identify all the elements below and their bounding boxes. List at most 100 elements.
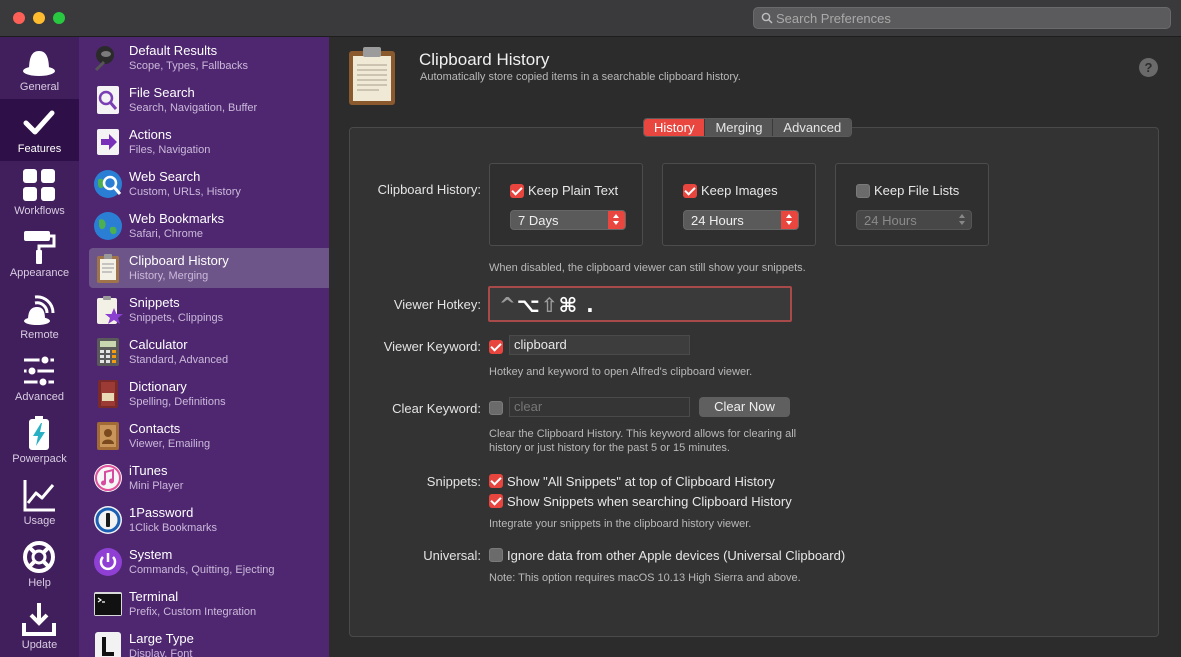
category-general[interactable]: General (0, 37, 79, 99)
category-workflows[interactable]: Workflows (0, 161, 79, 223)
category-label: Appearance (9, 267, 70, 279)
tab-history[interactable]: History (644, 119, 705, 136)
select-value: 24 Hours (691, 213, 744, 228)
keep-file-lists-checkbox[interactable] (856, 184, 870, 198)
snippets-icon (97, 296, 123, 324)
title-bar (0, 0, 1181, 37)
keep-plain-text-checkbox[interactable] (510, 184, 524, 198)
universal-label: Universal: (423, 548, 481, 563)
hotkey-keys: ^⌥⇧⌘ . (499, 293, 595, 317)
feature-name: Contacts (129, 421, 181, 436)
viewer-hotkey-label: Viewer Hotkey: (393, 297, 481, 312)
category-advanced[interactable]: Advanced (0, 347, 79, 409)
close-window-button[interactable] (13, 12, 25, 24)
feature-item-snippets[interactable]: Snippets Snippets, Clippings (89, 290, 329, 330)
zoom-window-button[interactable] (53, 12, 65, 24)
feature-name: 1Password (129, 505, 194, 520)
feature-item-dictionary[interactable]: Dictionary Spelling, Definitions (89, 374, 329, 414)
tab-merging[interactable]: Merging (704, 119, 773, 136)
keep-images-label: Keep Images (701, 183, 778, 198)
feature-item-default-results[interactable]: Default Results Scope, Types, Fallbacks (89, 38, 329, 78)
select-arrows-icon (954, 211, 971, 229)
keep-images-checkbox[interactable] (683, 184, 697, 198)
category-powerpack[interactable]: Powerpack (0, 409, 79, 471)
default-results-icon (94, 46, 114, 72)
feature-item-file-search[interactable]: File Search Search, Navigation, Buffer (89, 80, 329, 120)
file-lists-group: Keep File Lists 24 Hours (835, 163, 989, 246)
terminal-icon (94, 592, 122, 616)
category-usage[interactable]: Usage (0, 471, 79, 533)
category-label: Features (17, 143, 62, 155)
calculator-icon (97, 338, 119, 366)
feature-item-terminal[interactable]: Terminal Prefix, Custom Integration (89, 584, 329, 624)
category-update[interactable]: Update (0, 595, 79, 657)
category-appearance[interactable]: Appearance (0, 223, 79, 285)
help-button[interactable]: ? (1139, 58, 1158, 77)
category-label: Help (28, 577, 51, 589)
snippets-note: Integrate your snippets in the clipboard… (489, 518, 752, 530)
category-label: Usage (23, 515, 56, 527)
feature-item-calculator[interactable]: Calculator Standard, Advanced (89, 332, 329, 372)
sliders-icon (24, 354, 54, 388)
file-search-icon (97, 86, 119, 114)
feature-subtitle: History, Merging (129, 270, 209, 282)
feature-subtitle: Files, Navigation (129, 144, 211, 156)
clear-now-button[interactable]: Clear Now (699, 397, 790, 417)
images-duration-select[interactable]: 24 Hours (683, 210, 799, 230)
dictionary-icon (98, 380, 118, 408)
viewer-keyword-input[interactable]: clipboard (509, 335, 690, 355)
tab-advanced[interactable]: Advanced (772, 119, 852, 136)
battery-bolt-icon (29, 416, 49, 450)
usage-chart-icon (23, 480, 55, 512)
plain-text-duration-select[interactable]: 7 Days (510, 210, 626, 230)
feature-item-system[interactable]: System Commands, Quitting, Ejecting (89, 542, 329, 582)
web-bookmarks-icon (94, 212, 122, 240)
minimize-window-button[interactable] (33, 12, 45, 24)
select-arrows-icon (781, 211, 798, 229)
feature-list: Default Results Scope, Types, Fallbacks … (79, 37, 329, 657)
feature-name: System (129, 547, 173, 562)
feature-item-web-search[interactable]: Web Search Custom, URLs, History (89, 164, 329, 204)
category-features[interactable]: Features (0, 99, 79, 161)
viewer-keyword-checkbox[interactable] (489, 340, 503, 354)
category-label: Update (21, 639, 58, 651)
category-remote[interactable]: Remote (0, 285, 79, 347)
feature-subtitle: Mini Player (129, 480, 184, 492)
file-lists-duration-select: 24 Hours (856, 210, 972, 230)
show-all-snippets-checkbox[interactable] (489, 474, 503, 488)
feature-item-actions[interactable]: Actions Files, Navigation (89, 122, 329, 162)
1password-icon (94, 506, 122, 534)
feature-item-large-type[interactable]: Large Type Display, Font (89, 626, 329, 657)
search-field[interactable] (753, 7, 1171, 29)
clear-keyword-checkbox[interactable] (489, 401, 503, 415)
search-input[interactable] (776, 10, 1166, 26)
contacts-icon (97, 422, 119, 450)
page-title: Clipboard History (419, 50, 550, 69)
category-label: Powerpack (12, 453, 67, 465)
clipboard-history-label: Clipboard History: (377, 182, 481, 197)
feature-subtitle: Standard, Advanced (129, 354, 229, 366)
tab-bar: History Merging Advanced (643, 118, 853, 137)
viewer-hotkey-field[interactable]: ^⌥⇧⌘ . (488, 286, 792, 322)
feature-item-web-bookmarks[interactable]: Web Bookmarks Safari, Chrome (89, 206, 329, 246)
category-label: Workflows (14, 205, 65, 217)
workflows-grid-icon (23, 169, 55, 201)
category-label: Remote (20, 329, 59, 341)
keyword-note: Hotkey and keyword to open Alfred's clip… (489, 366, 753, 378)
hotkey-shift-key: ⇧ (540, 293, 559, 317)
feature-item-1password[interactable]: 1Password 1Click Bookmarks (89, 500, 329, 540)
keep-plain-text-label: Keep Plain Text (528, 183, 619, 198)
feature-item-clipboard-history[interactable]: Clipboard History History, Merging (89, 248, 329, 288)
feature-subtitle: Custom, URLs, History (129, 186, 241, 198)
feature-subtitle: Commands, Quitting, Ejecting (129, 564, 275, 576)
ignore-universal-clipboard-checkbox[interactable] (489, 548, 503, 562)
web-search-icon (94, 170, 122, 198)
feature-subtitle: Scope, Types, Fallbacks (129, 60, 249, 72)
clear-keyword-label: Clear Keyword: (392, 401, 481, 416)
feature-subtitle: Prefix, Custom Integration (129, 606, 257, 618)
feature-item-contacts[interactable]: Contacts Viewer, Emailing (89, 416, 329, 456)
feature-item-itunes[interactable]: iTunes Mini Player (89, 458, 329, 498)
show-snippets-searching-checkbox[interactable] (489, 494, 503, 508)
category-help[interactable]: Help (0, 533, 79, 595)
page-subtitle: Automatically store copied items in a se… (420, 71, 741, 83)
